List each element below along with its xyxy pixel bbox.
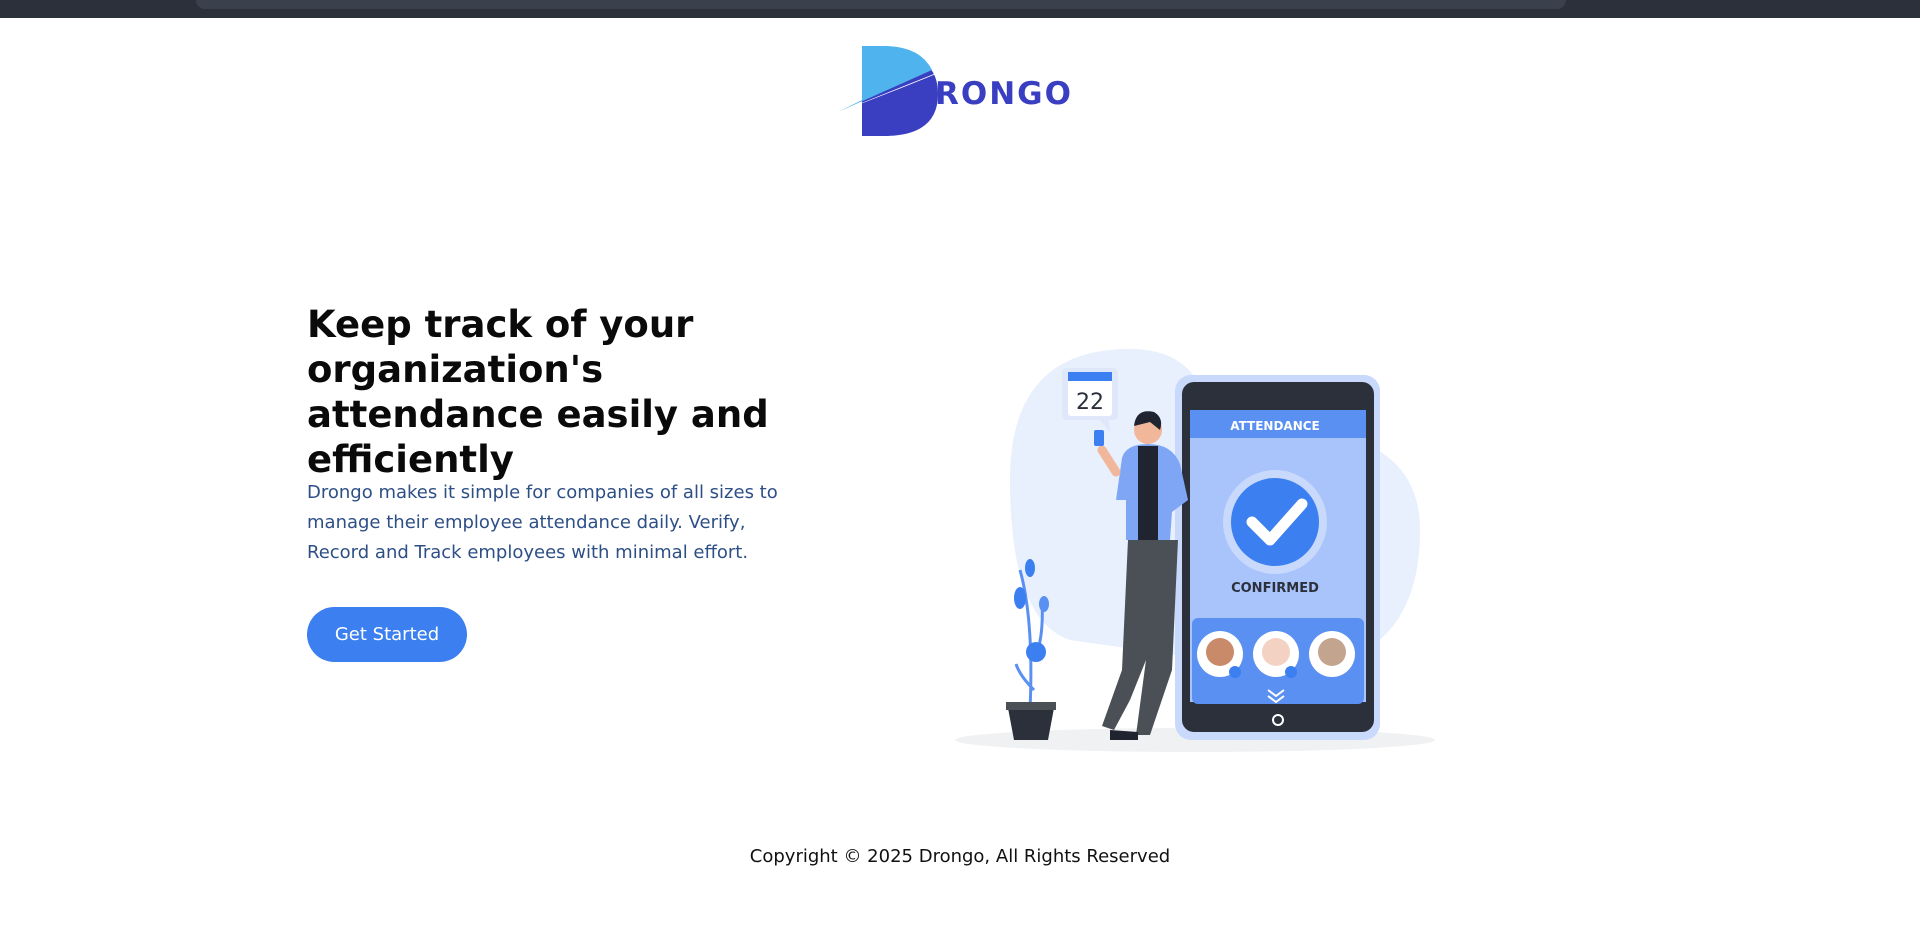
get-started-button[interactable]: Get Started [307,607,467,662]
browser-url-bar[interactable] [196,0,1566,9]
hero-description: Drongo makes it simple for companies of … [307,482,778,563]
hero-title: Keep track of your organization's attend… [307,303,769,481]
browser-top-bar [0,0,1920,18]
phone-header-label: ATTENDANCE [1230,419,1320,433]
avatars-panel [1192,618,1364,704]
logo-wordmark: RONGO [935,76,1073,112]
check-badge-icon [1223,470,1327,574]
calendar-day: 22 [1076,390,1104,415]
footer-copyright: Copyright © 2025 Drongo, All Rights Rese… [749,846,1171,867]
confirmed-status: CONFIRMED [1231,581,1319,596]
attendance-illustration: 22 ATTENDANCE CONFIRMED [955,348,1435,752]
